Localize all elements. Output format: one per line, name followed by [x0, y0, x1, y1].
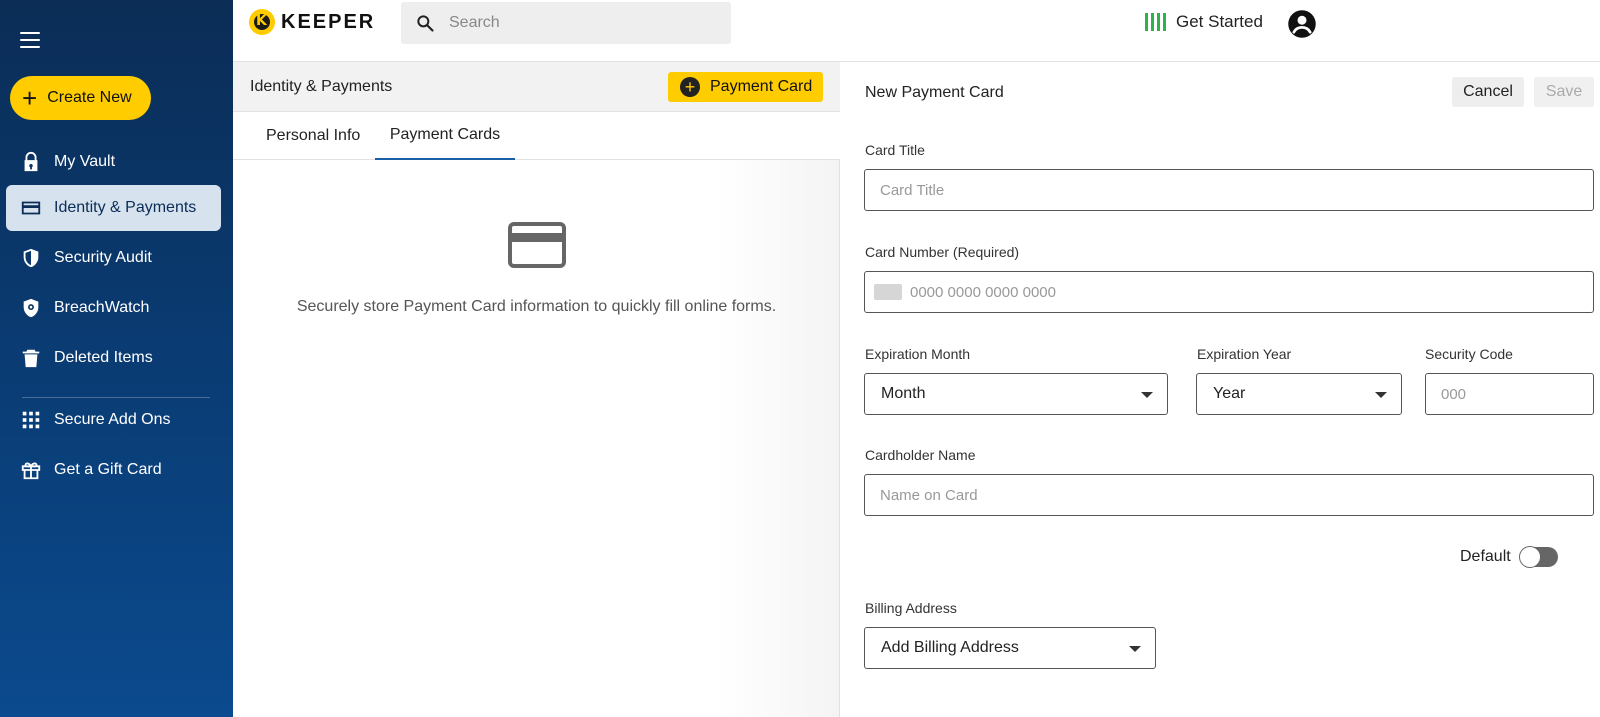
expiration-year-value: Year — [1213, 385, 1246, 402]
sidebar-item-gift-card[interactable]: Get a Gift Card — [6, 447, 221, 493]
cardholder-name-label: Cardholder Name — [865, 447, 976, 463]
sidebar-item-deleted-items[interactable]: Deleted Items — [6, 335, 221, 381]
plus-circle-icon: + — [680, 77, 700, 97]
default-toggle[interactable] — [1519, 546, 1558, 568]
progress-bars-icon — [1145, 13, 1166, 31]
plus-icon: + — [22, 83, 38, 113]
expiration-month-label: Expiration Month — [865, 346, 971, 362]
form-title: New Payment Card — [865, 84, 1004, 101]
sidebar: + Create New My Vault Identity & Payment… — [0, 0, 233, 717]
get-started-button[interactable]: Get Started — [1145, 12, 1263, 32]
expiration-year-select[interactable]: Year — [1196, 373, 1402, 415]
sidebar-item-label: Security Audit — [54, 249, 152, 266]
cancel-button[interactable]: Cancel — [1452, 77, 1524, 107]
chevron-down-icon — [1129, 646, 1141, 652]
expiration-month-select[interactable]: Month — [864, 373, 1168, 415]
card-number-input[interactable] — [910, 283, 1593, 301]
keeper-logo[interactable]: KEEPER — [249, 9, 375, 35]
shield-icon — [23, 248, 39, 268]
card-number-field-wrap — [864, 271, 1594, 313]
sidebar-item-label: Get a Gift Card — [54, 461, 162, 478]
sidebar-item-label: BreachWatch — [54, 299, 150, 316]
chevron-down-icon — [1141, 392, 1153, 398]
breachwatch-icon — [23, 298, 39, 318]
card-brand-icon — [874, 284, 902, 300]
save-button[interactable]: Save — [1534, 77, 1594, 107]
card-title-input[interactable] — [880, 181, 1593, 199]
sidebar-item-label: Identity & Payments — [54, 199, 197, 216]
billing-address-select[interactable]: Add Billing Address — [864, 627, 1156, 669]
credit-card-icon — [508, 222, 566, 268]
tab-personal-info[interactable]: Personal Info — [266, 112, 360, 160]
cardholder-name-input[interactable] — [880, 486, 1593, 504]
tab-bar: Personal Info Payment Cards — [233, 112, 840, 160]
card-title-field-wrap — [864, 169, 1594, 211]
card-title-label: Card Title — [865, 142, 925, 158]
search-icon — [417, 15, 434, 32]
keeper-logo-icon — [249, 9, 275, 35]
records-panel: Identity & Payments + Payment Card Perso… — [233, 62, 840, 717]
sidebar-item-label: Secure Add Ons — [54, 411, 171, 428]
billing-address-label: Billing Address — [865, 600, 957, 616]
records-header: Identity & Payments + Payment Card — [233, 62, 840, 112]
logo-text: KEEPER — [281, 10, 376, 33]
security-code-input[interactable] — [1441, 385, 1593, 403]
security-code-field-wrap — [1425, 373, 1594, 415]
lock-icon — [24, 151, 38, 172]
empty-state-message: Securely store Payment Card information … — [296, 298, 777, 315]
chevron-down-icon — [1375, 392, 1387, 398]
toggle-knob — [1519, 546, 1541, 568]
default-label: Default — [1460, 548, 1511, 565]
trash-icon — [22, 349, 40, 368]
billing-address-value: Add Billing Address — [881, 639, 1019, 656]
get-started-label: Get Started — [1176, 12, 1263, 31]
menu-icon[interactable] — [20, 32, 40, 48]
expiration-month-value: Month — [881, 385, 926, 402]
gift-icon — [21, 462, 41, 480]
grid-icon — [22, 411, 40, 429]
search-input[interactable] — [449, 14, 699, 32]
new-payment-card-form: New Payment Card Cancel Save Card Title … — [840, 62, 1600, 717]
account-icon[interactable] — [1287, 9, 1317, 39]
card-number-label: Card Number (Required) — [865, 244, 1020, 260]
sidebar-item-label: My Vault — [54, 153, 116, 170]
cardholder-name-field-wrap — [864, 474, 1594, 516]
page-title: Identity & Payments — [250, 78, 393, 95]
add-payment-card-label: Payment Card — [710, 78, 813, 95]
sidebar-item-label: Deleted Items — [54, 349, 153, 366]
sidebar-item-secure-add-ons[interactable]: Secure Add Ons — [6, 397, 221, 443]
tab-payment-cards[interactable]: Payment Cards — [375, 112, 515, 160]
security-code-label: Security Code — [1425, 346, 1513, 362]
sidebar-item-breachwatch[interactable]: BreachWatch — [6, 285, 221, 331]
create-new-button[interactable]: + Create New — [10, 76, 151, 120]
sidebar-item-my-vault[interactable]: My Vault — [6, 139, 221, 185]
sidebar-item-identity-payments[interactable]: Identity & Payments — [6, 185, 221, 231]
expiration-year-label: Expiration Year — [1197, 346, 1292, 362]
search-bar[interactable] — [401, 2, 731, 44]
credit-card-icon — [21, 201, 41, 215]
sidebar-item-security-audit[interactable]: Security Audit — [6, 235, 221, 281]
add-payment-card-button[interactable]: + Payment Card — [668, 72, 823, 102]
create-new-label: Create New — [47, 89, 132, 106]
top-bar: KEEPER Get Started — [233, 0, 1600, 62]
